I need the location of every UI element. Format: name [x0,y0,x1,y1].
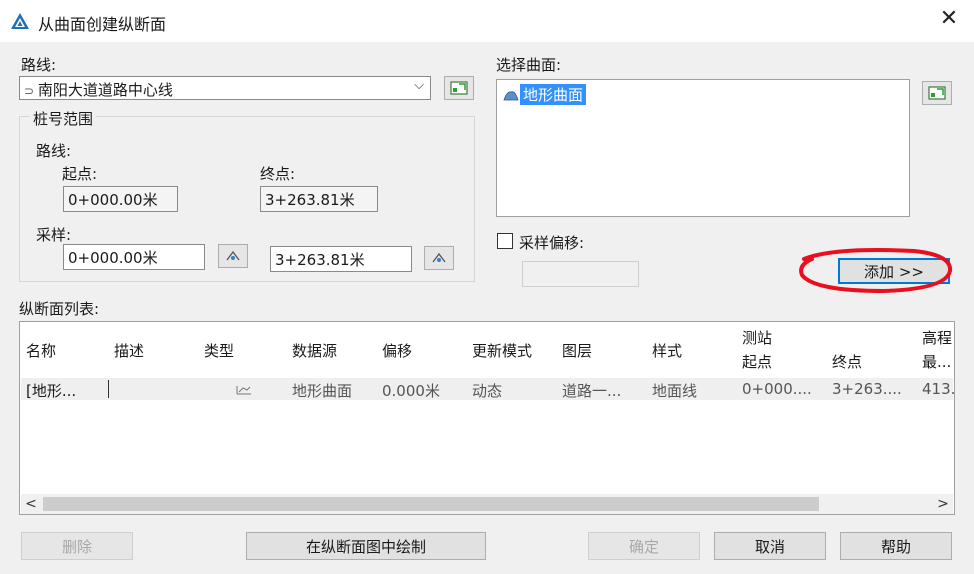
column-header-update-mode[interactable]: 更新模式 [472,340,532,361]
pick-station-icon [226,250,240,261]
window-title: 从曲面创建纵断面 [38,15,167,34]
scrollbar-thumb[interactable] [43,497,819,511]
help-button[interactable]: 帮助 [840,532,952,560]
alignment-label: 路线: [21,56,57,74]
scroll-right-icon[interactable]: > [933,494,953,514]
ok-button[interactable]: 确定 [588,532,700,560]
alignment-icon: ⊃ [24,84,38,98]
column-header-elevation[interactable]: 高程 [922,327,952,348]
pick-surface-button[interactable] [922,81,952,105]
text-cursor [108,380,109,398]
start-label: 起点: [62,165,98,183]
column-header-elevation-min[interactable]: 最... [922,351,951,372]
delete-button[interactable]: 删除 [21,532,133,560]
scroll-left-icon[interactable]: < [21,494,41,514]
alignment-dropdown[interactable]: ⊃ 南阳大道道路中心线 ⌵ [19,76,431,100]
select-surface-label: 选择曲面: [496,56,562,74]
cell-offset[interactable]: 0.000米 [382,380,440,401]
cell-end-station[interactable]: 3+263.... [832,380,902,398]
cancel-button[interactable]: 取消 [714,532,826,560]
pick-station-icon [432,252,446,263]
range-alignment-label: 路线: [36,142,72,160]
column-header-description[interactable]: 描述 [114,340,144,361]
column-header-offset[interactable]: 偏移 [382,340,412,361]
sample-label: 采样: [36,226,72,244]
surface-list[interactable]: 地形曲面 [496,79,910,217]
sample-offset-label: 采样偏移: [519,234,585,252]
pick-from-drawing-icon [450,81,468,95]
draw-in-profile-view-button[interactable]: 在纵断面图中绘制 [246,532,486,560]
pick-alignment-button[interactable] [444,76,474,100]
end-label: 终点: [260,165,296,183]
profile-list-table[interactable]: 名称 描述 类型 数据源 偏移 更新模式 图层 样式 测站 起点 终点 高程 最… [19,321,955,515]
start-station-field: 0+000.00米 [63,186,178,212]
cell-elevation-min[interactable]: 413. [922,380,954,398]
surface-item-label: 地形曲面 [520,84,587,105]
profile-list-label: 纵断面列表: [19,300,100,318]
pick-sample-end-button[interactable] [424,246,454,270]
column-header-data-source[interactable]: 数据源 [292,340,337,361]
cell-update-mode[interactable]: 动态 [472,380,502,401]
surface-icon [503,90,519,100]
pick-sample-start-button[interactable] [218,244,248,268]
column-header-station[interactable]: 测站 [742,327,772,348]
cell-name[interactable]: [地形... [26,380,76,401]
cell-style[interactable]: 地面线 [652,380,697,401]
column-header-name[interactable]: 名称 [26,340,56,361]
sample-start-input[interactable]: 0+000.00米 [63,244,205,270]
end-station-field: 3+263.81米 [260,186,378,212]
alignment-value: ⊃ 南阳大道道路中心线 [24,81,173,99]
chevron-down-icon: ⌵ [414,78,424,93]
surface-item[interactable]: 地形曲面 [503,84,587,105]
sample-offset-input [522,261,639,287]
cell-start-station[interactable]: 0+000.... [742,380,812,398]
column-header-end[interactable]: 终点 [832,351,862,372]
horizontal-scrollbar[interactable]: < > [21,494,953,514]
close-icon[interactable]: ✕ [938,8,960,30]
cell-data-source[interactable]: 地形曲面 [292,380,352,401]
sample-end-input[interactable]: 3+263.81米 [270,246,412,272]
annotation-circle [799,248,953,294]
cell-layer[interactable]: 道路一... [562,380,621,401]
column-header-type[interactable]: 类型 [204,340,234,361]
profile-type-icon [236,386,251,395]
column-header-style[interactable]: 样式 [652,340,682,361]
pick-from-drawing-icon [928,86,946,100]
station-range-label: 桩号范围 [30,108,97,129]
column-header-layer[interactable]: 图层 [562,340,592,361]
sample-offset-checkbox[interactable] [497,233,513,249]
column-header-start[interactable]: 起点 [742,351,772,372]
app-logo-icon [11,13,29,29]
